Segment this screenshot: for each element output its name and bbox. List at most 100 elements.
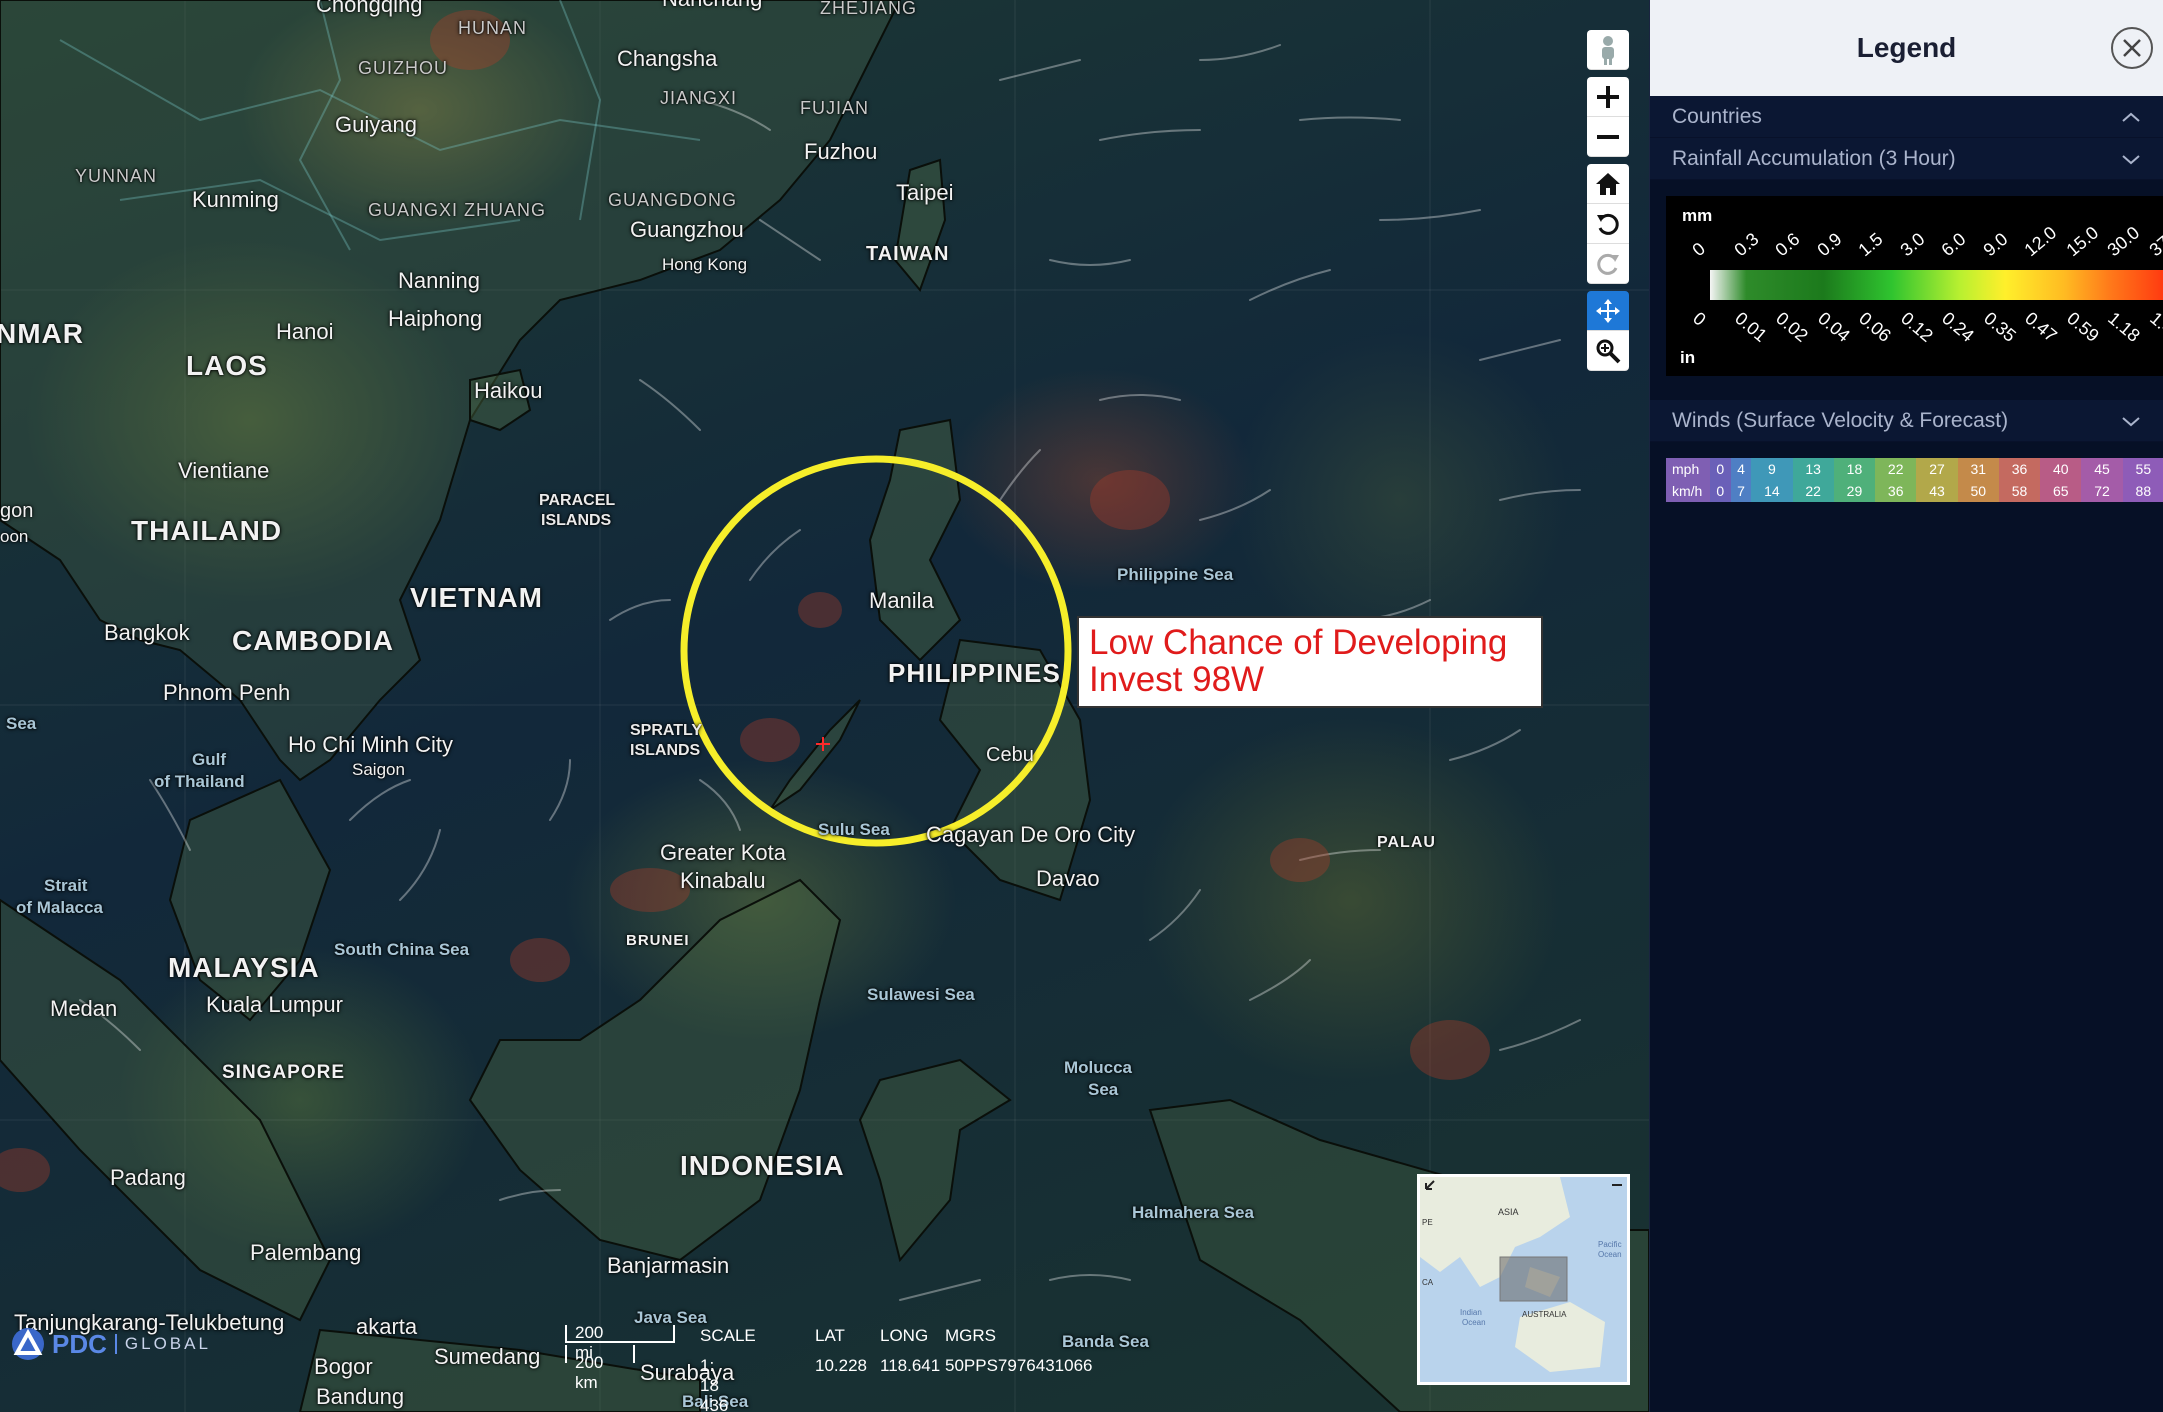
province-fujian: FUJIAN	[800, 98, 869, 118]
country-cambodia: CAMBODIA	[232, 625, 394, 656]
rain-mm-tick: 0.9	[1813, 228, 1846, 261]
sea-gulf: Gulf	[192, 750, 226, 769]
rainfall-color-scale: mm in 0 0.3 0.6 0.9 1.5 3.0 6.0 9.0 12.0 15.0 30.0…	[1666, 196, 2163, 376]
coords-scale-header: SCALE	[700, 1326, 756, 1345]
street-view-person-button[interactable]	[1587, 30, 1629, 70]
zoom-box-button[interactable]	[1587, 331, 1629, 371]
city-palembang: Palembang	[250, 1240, 362, 1265]
zoom-out-button[interactable]	[1587, 117, 1629, 157]
map-viewport[interactable]: HUNAN ZHEJIANG GUIZHOU JIANGXI FUJIAN YU…	[0, 0, 1649, 1412]
wind-kmh-cell: 29	[1833, 480, 1876, 502]
rotate-left-button[interactable]	[1587, 204, 1629, 244]
overview-ca: CA	[1422, 1278, 1434, 1287]
rain-in-tick: 0.01	[1730, 308, 1771, 346]
wind-mph-cell: 18	[1833, 458, 1876, 480]
city-taipei: Taipei	[896, 180, 954, 205]
sea-of-thailand: of Thailand	[154, 772, 245, 791]
wind-kmh-cell: 7	[1730, 480, 1752, 502]
rain-unit-in: in	[1680, 348, 1696, 367]
city-medan: Medan	[50, 996, 118, 1021]
legend-header: Legend	[1650, 0, 2163, 96]
city-kuala-lumpur: Kuala Lumpur	[206, 992, 343, 1017]
coords-mgrs-value: 50PPS7976431066	[945, 1356, 1093, 1375]
overview-map[interactable]: ASIA AUSTRALIA Indian Ocean Pacific Ocea…	[1417, 1174, 1630, 1385]
city-haiphong: Haiphong	[388, 306, 483, 331]
country-thailand: THAILAND	[131, 515, 283, 546]
rain-in-tick: 0.02	[1772, 308, 1812, 346]
home-button[interactable]	[1587, 164, 1629, 204]
country-taiwan: TAIWAN	[866, 243, 950, 265]
province-zhejiang: ZHEJIANG	[820, 0, 918, 18]
province-guangdong: GUANGDONG	[608, 190, 738, 210]
country-malaysia: MALAYSIA	[168, 952, 320, 983]
rain-mm-tick: 15.0	[2062, 222, 2102, 261]
legend-section-rainfall-label: Rainfall Accumulation (3 Hour)	[1672, 146, 1956, 170]
legend-section-rainfall[interactable]: Rainfall Accumulation (3 Hour)	[1650, 138, 2163, 180]
rain-mm-tick: 1.5	[1854, 228, 1887, 261]
city-changsha: Changsha	[617, 46, 718, 71]
coords-long-header: LONG	[880, 1326, 929, 1345]
callout-line-1: Low Chance of Developing	[1089, 623, 1508, 662]
overview-viewport-box[interactable]	[1499, 1256, 1568, 1302]
sea-philippine: Philippine Sea	[1117, 565, 1234, 584]
rain-in-tick: 0.04	[1813, 308, 1854, 346]
wind-kmh-cell: 43	[1916, 480, 1958, 502]
rain-in-tick: 0.24	[1938, 308, 1978, 346]
sea-of-malacca: of Malacca	[16, 898, 103, 917]
overview-geography: ASIA AUSTRALIA Indian Ocean Pacific Ocea…	[1420, 1177, 1622, 1372]
city-kinabalu: Kinabalu	[680, 868, 766, 893]
sea-banda: Banda Sea	[1062, 1332, 1149, 1351]
overview-collapse-icon[interactable]	[1612, 1184, 1622, 1186]
sea-halmahera: Halmahera Sea	[1132, 1203, 1254, 1222]
country-palau: PALAU	[1377, 834, 1436, 851]
rain-mm-tick: 0.3	[1730, 228, 1763, 261]
rain-mm-tick: 12.0	[2020, 222, 2061, 261]
zoom-in-button[interactable]	[1587, 77, 1629, 117]
province-yunnan: YUNNAN	[75, 166, 158, 186]
rainfall-gradient-bar	[1710, 270, 2163, 300]
city-sumedang: Sumedang	[434, 1344, 541, 1369]
pan-button[interactable]	[1587, 291, 1629, 331]
sea-sulu: Sulu Sea	[818, 820, 890, 839]
rain-in-tick: 0	[1689, 308, 1710, 330]
overview-indian: Indian	[1460, 1308, 1482, 1317]
zoom-out-icon	[1597, 134, 1619, 139]
wind-speed-scale: mph 0 4 9 13 18 22 27 31 36 40 45 55 km/h 0 7 14 22 29 3…	[1666, 458, 2163, 502]
wind-kmh-cell: 22	[1792, 480, 1834, 502]
close-legend-button[interactable]	[2111, 27, 2153, 69]
rain-in-tick: 0.35	[1979, 308, 2020, 346]
zoom-in-icon	[1597, 85, 1619, 108]
rain-in-tick: 0.12	[1896, 308, 1937, 346]
city-fuzhou: Fuzhou	[804, 139, 878, 164]
rain-mm-tick: 6.0	[1937, 228, 1970, 261]
city-nanchang: Nanchang	[662, 0, 762, 12]
pan-icon	[1596, 298, 1620, 323]
wind-kmh-cell: 50	[1957, 480, 1999, 502]
city-saigon: Saigon	[352, 760, 405, 779]
legend-section-winds[interactable]: Winds (Surface Velocity & Forecast)	[1650, 400, 2163, 442]
legend-panel: Legend Countries Rainfall Accumulation (…	[1649, 0, 2163, 1412]
overview-pe: PE	[1422, 1218, 1433, 1227]
city-guangzhou: Guangzhou	[630, 217, 744, 242]
rotate-right-button[interactable]	[1587, 244, 1629, 284]
wind-mph-cell: 45	[2081, 458, 2123, 480]
rain-mm-tick: 37.5	[2145, 222, 2163, 261]
home-icon	[1596, 172, 1620, 195]
zoom-box-icon	[1596, 339, 1621, 363]
city-padang: Padang	[110, 1165, 186, 1190]
chevron-up-icon	[2122, 112, 2140, 122]
island-spratly-2: ISLANDS	[630, 742, 701, 759]
wind-mph-cell: 31	[1957, 458, 1999, 480]
city-greater-kota: Greater Kota	[660, 840, 786, 865]
close-icon	[2123, 39, 2141, 57]
island-paracel: PARACEL	[539, 492, 616, 509]
wind-mph-cell: 13	[1792, 458, 1834, 480]
city-banjarmasin: Banjarmasin	[607, 1253, 730, 1278]
wind-mph-cell: 55	[2122, 458, 2163, 480]
overview-australia: AUSTRALIA	[1522, 1310, 1567, 1319]
pdc-logo: PDC GLOBAL	[10, 1327, 211, 1361]
legend-section-countries[interactable]: Countries	[1650, 96, 2163, 138]
sea-molucca: Molucca	[1064, 1058, 1133, 1077]
rain-in-tick: 0.47	[2021, 308, 2061, 346]
storm-callout: Low Chance of Developing Invest 98W	[1077, 616, 1543, 708]
